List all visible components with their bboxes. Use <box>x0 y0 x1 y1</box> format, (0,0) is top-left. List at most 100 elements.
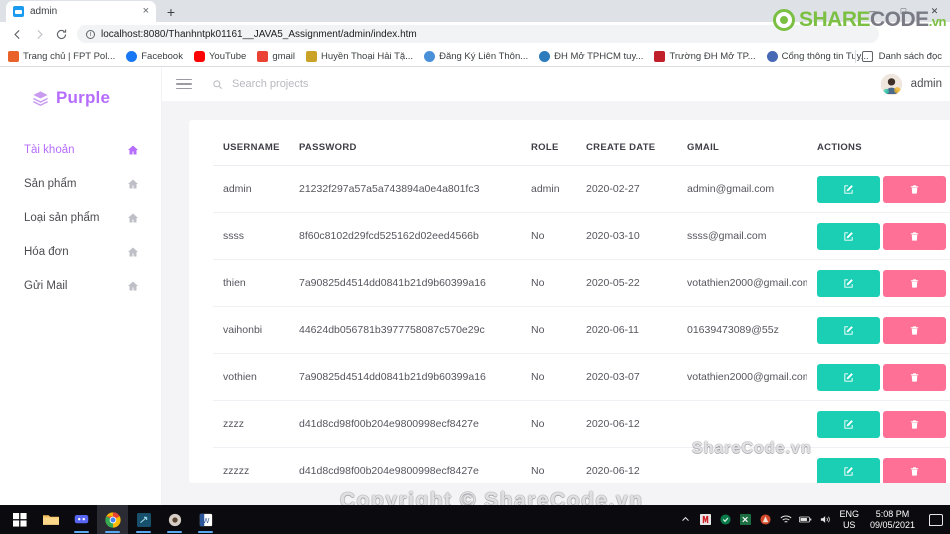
bookmark-item[interactable]: Huyền Thoại Hải Tặ... <box>306 50 413 62</box>
idm-icon[interactable] <box>699 513 712 526</box>
top-navbar: admin <box>162 67 950 101</box>
edit-button[interactable] <box>817 363 880 391</box>
language-indicator[interactable]: ENG US <box>839 509 859 531</box>
cell-create-date: 2020-03-07 <box>576 353 677 401</box>
profile-icon[interactable] <box>907 28 920 41</box>
settings-app-icon[interactable] <box>159 505 190 534</box>
bookmark-item[interactable]: ĐH Mở TPHCM tuy... <box>539 50 644 62</box>
address-bar[interactable]: i localhost:8080/Thanhntpk01161__JAVA5_A… <box>77 25 879 43</box>
notifications-icon[interactable] <box>929 513 943 526</box>
start-button[interactable] <box>4 505 35 534</box>
toolbar-icons <box>887 28 944 41</box>
tab-title: admin <box>30 6 58 17</box>
column-header-actions: ACTIONS <box>807 142 950 166</box>
sidebar-item-loai-san-pham[interactable]: Loại sản phẩm <box>0 201 161 235</box>
delete-button[interactable] <box>883 363 946 391</box>
close-window-icon[interactable]: ✕ <box>919 0 950 22</box>
edit-button[interactable] <box>817 410 880 438</box>
hamburger-icon[interactable] <box>176 78 192 90</box>
delete-button[interactable] <box>883 410 946 438</box>
wifi-icon[interactable] <box>779 513 792 526</box>
extensions-icon[interactable] <box>887 28 900 41</box>
cell-username: thien <box>213 259 289 307</box>
file-explorer-icon[interactable] <box>35 505 66 534</box>
bookmark-item[interactable]: Trường ĐH Mở TP... <box>654 50 756 62</box>
bookmark-favicon <box>306 50 318 62</box>
cell-password: 21232f297a57a5a743894a0e4a801fc3 <box>289 165 521 213</box>
minimize-icon[interactable]: — <box>857 0 888 22</box>
edit-button[interactable] <box>817 175 880 203</box>
brand[interactable]: Purple <box>0 79 161 117</box>
cell-create-date: 2020-06-12 <box>576 447 677 483</box>
bookmark-label: Đăng Ký Liên Thôn... <box>439 50 529 62</box>
browser-toolbar: i localhost:8080/Thanhntpk01161__JAVA5_A… <box>0 22 950 46</box>
reading-list-icon[interactable] <box>861 50 873 62</box>
sidebar-item-hoa-don[interactable]: Hóa đơn <box>0 235 161 269</box>
table-row: thien 7a90825d4514dd0841b21d9b60399a16 N… <box>213 259 950 307</box>
edit-button[interactable] <box>817 269 880 297</box>
show-hidden-icons[interactable] <box>679 513 692 526</box>
reading-list-area: Danh sách đọc <box>854 49 942 63</box>
edit-button[interactable] <box>817 457 880 483</box>
browser-tab-admin[interactable]: admin × <box>6 1 156 22</box>
edit-button[interactable] <box>817 222 880 250</box>
cell-gmail: ssss@gmail.com <box>677 212 807 260</box>
delete-button[interactable] <box>883 269 946 297</box>
cell-create-date: 2020-06-12 <box>576 400 677 448</box>
bookmark-item[interactable]: gmail <box>257 50 295 62</box>
bookmark-item[interactable]: Facebook <box>126 50 183 62</box>
discord-icon[interactable] <box>66 505 97 534</box>
browser-menu-icon[interactable] <box>927 28 940 41</box>
sidebar-item-gui-mail[interactable]: Gửi Mail <box>0 269 161 303</box>
battery-icon[interactable] <box>799 513 812 526</box>
sidebar-item-tai-khoan[interactable]: Tài khoản <box>0 133 161 167</box>
reload-icon[interactable] <box>50 23 72 45</box>
profile-menu[interactable]: admin <box>880 73 950 95</box>
bookmark-item[interactable]: Trang chủ | FPT Pol... <box>8 50 115 62</box>
clock[interactable]: 5:08 PM 09/05/2021 <box>866 509 919 531</box>
brand-name: Purple <box>56 88 111 107</box>
cell-role: No <box>521 212 576 260</box>
delete-button[interactable] <box>883 316 946 344</box>
bookmark-label: Trường ĐH Mở TP... <box>669 50 756 62</box>
new-tab-button[interactable]: + <box>160 1 182 22</box>
excel-tray-icon[interactable] <box>739 513 752 526</box>
sql-server-icon[interactable] <box>128 505 159 534</box>
sidebar-item-san-pham[interactable]: Sản phẩm <box>0 167 161 201</box>
bookmark-item[interactable]: Đăng Ký Liên Thôn... <box>424 50 529 62</box>
delete-button[interactable] <box>883 175 946 203</box>
sidebar-item-label: Hóa đơn <box>24 246 69 258</box>
cell-gmail: 01639473089@55z <box>677 306 807 354</box>
bookmark-favicon <box>424 50 436 62</box>
cell-actions <box>807 306 950 354</box>
url-text: localhost:8080/Thanhntpk01161__JAVA5_Ass… <box>101 28 417 40</box>
search-input[interactable] <box>232 78 452 90</box>
home-icon <box>127 280 139 292</box>
bookmark-item[interactable]: YouTube <box>193 50 246 62</box>
table-row: vothien 7a90825d4514dd0841b21d9b60399a16… <box>213 353 950 401</box>
reading-list-label[interactable]: Danh sách đọc <box>879 51 942 62</box>
sidebar-item-label: Sản phẩm <box>24 178 77 190</box>
cell-password: 44624db056781b3977758087c570e29c <box>289 306 521 354</box>
shield-icon[interactable] <box>719 513 732 526</box>
delete-button[interactable] <box>883 457 946 483</box>
volume-icon[interactable] <box>819 513 832 526</box>
cell-create-date: 2020-03-10 <box>576 212 677 260</box>
back-icon[interactable] <box>6 23 28 45</box>
chrome-icon[interactable] <box>97 505 128 534</box>
edit-button[interactable] <box>817 316 880 344</box>
forward-icon[interactable] <box>28 23 50 45</box>
bookmark-item[interactable]: Cổng thông tin Tuy... <box>766 50 869 62</box>
adobe-icon[interactable] <box>759 513 772 526</box>
site-info-icon[interactable]: i <box>86 29 95 39</box>
close-icon[interactable]: × <box>143 6 149 17</box>
delete-button[interactable] <box>883 222 946 250</box>
word-icon[interactable]: W <box>190 505 221 534</box>
navbar-right: admin <box>880 73 950 95</box>
maximize-icon[interactable]: □ <box>888 0 919 22</box>
column-header-gmail: GMAIL <box>677 142 807 166</box>
search-icon <box>212 79 223 90</box>
cell-gmail: votathien2000@gmail.com <box>677 353 807 401</box>
bookmark-favicon <box>539 50 551 62</box>
bookmark-label: ĐH Mở TPHCM tuy... <box>554 50 644 62</box>
